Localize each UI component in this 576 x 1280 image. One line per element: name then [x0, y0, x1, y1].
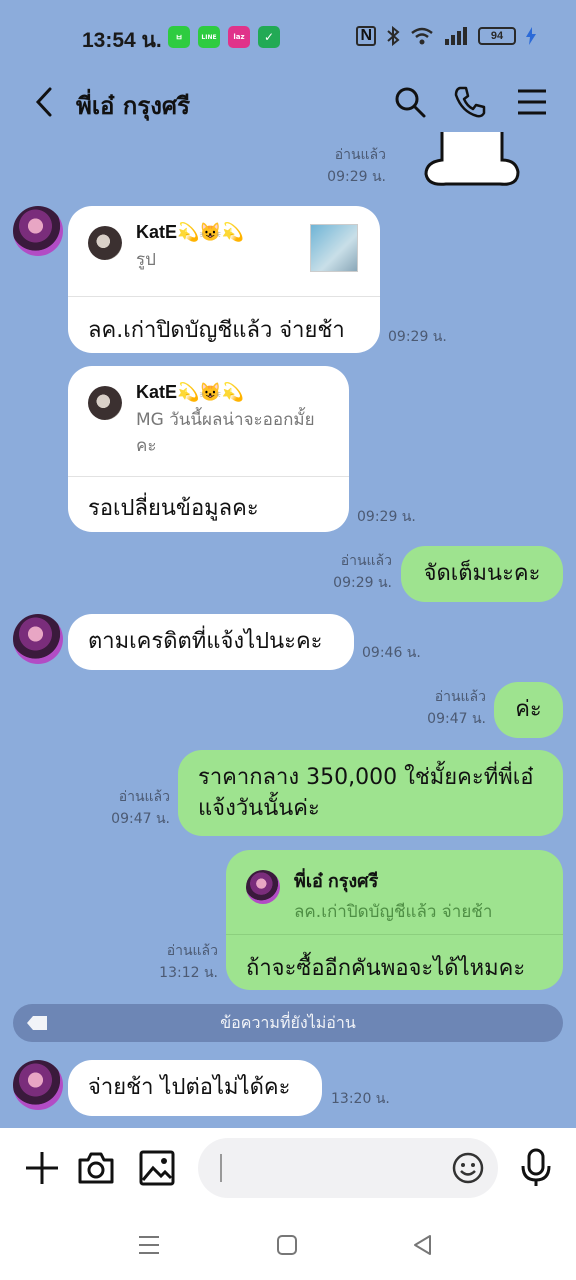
unread-messages-divider: ข้อความที่ยังไม่อ่าน: [13, 1004, 563, 1042]
unread-label: ข้อความที่ยังไม่อ่าน: [220, 1013, 356, 1032]
read-status: อ่านแล้ว 09:47 น.: [98, 786, 170, 830]
tag-icon: [27, 1016, 47, 1030]
read-status-top: อ่านแล้ว 09:29 น.: [316, 144, 386, 188]
reply-sender-name: KatE💫😺💫: [136, 382, 245, 402]
camera-icon[interactable]: [76, 1148, 116, 1188]
reply-preview[interactable]: KatE💫😺💫 MG วันนี้ผลน่าจะออกมั้ยคะ: [68, 366, 349, 459]
signal-icon: [445, 27, 467, 45]
battery-level: 94: [490, 30, 504, 42]
message-bubble-reply[interactable]: KatE💫😺💫 MG วันนี้ผลน่าจะออกมั้ยคะ รอเปลี…: [68, 366, 349, 532]
plus-icon[interactable]: [22, 1148, 62, 1188]
status-bar: 13:54 น. ㅂ LINE laz ✓ N 94: [0, 0, 576, 72]
message-bubble-reply[interactable]: KatE💫😺💫 รูป ลค.เก่าปิดบัญชีแล้ว จ่ายช้า: [68, 206, 380, 353]
reply-avatar: [88, 386, 122, 420]
line-app-icon: ㅂ: [168, 26, 190, 48]
line-chat-icon: LINE: [198, 26, 220, 48]
read-label: อ่านแล้ว: [340, 553, 392, 569]
message-text-line: แจ้งวันนั้นค่ะ: [198, 796, 320, 821]
message-time: 09:47 น.: [427, 711, 486, 727]
chat-title: พี่เอ๋ กรุงศรี: [76, 92, 191, 120]
divider: [68, 476, 349, 477]
message-bubble-outgoing[interactable]: จัดเต็มนะคะ: [401, 546, 563, 602]
system-indicators: N 94: [356, 26, 536, 46]
wifi-icon: [411, 27, 433, 45]
search-icon[interactable]: [392, 84, 428, 120]
message-bubble-outgoing[interactable]: ราคากลาง 350,000 ใช่มั้ยคะที่พี่เอ๋ แจ้ง…: [178, 750, 563, 836]
shield-app-icon: ✓: [258, 26, 280, 48]
lazada-icon: laz: [228, 26, 250, 48]
message-time: 09:46 น.: [362, 645, 421, 661]
recent-apps-icon[interactable]: [136, 1232, 162, 1258]
message-input-bar: [0, 1128, 576, 1210]
message-input[interactable]: [198, 1138, 498, 1198]
message-time: 09:29 น.: [357, 509, 416, 525]
message-time: 13:12 น.: [159, 965, 218, 981]
message-time: 09:47 น.: [111, 811, 170, 827]
read-label: อ่านแล้ว: [434, 689, 486, 705]
system-navigation-bar: [0, 1210, 576, 1280]
reply-sender-name: KatE💫😺💫: [136, 222, 245, 242]
reply-sender-name: พี่เอ๋ กรุงศรี: [294, 871, 379, 891]
divider: [226, 934, 563, 935]
menu-icon[interactable]: [514, 84, 550, 120]
nfc-icon: N: [356, 26, 376, 46]
reply-preview-text: MG วันนี้ผลน่าจะออกมั้ยคะ: [136, 410, 315, 456]
message-bubble-outgoing[interactable]: ค่ะ: [494, 682, 563, 738]
charging-icon: [526, 27, 536, 45]
chat-header: พี่เอ๋ กรุงศรี: [0, 72, 576, 132]
bluetooth-icon: [387, 26, 400, 46]
read-status: อ่านแล้ว 13:12 น.: [146, 940, 218, 984]
read-label: อ่านแล้ว: [334, 147, 386, 163]
read-status: อ่านแล้ว 09:47 น.: [414, 686, 486, 730]
read-status: อ่านแล้ว 09:29 น.: [320, 550, 392, 594]
phone-call-icon[interactable]: [452, 84, 488, 120]
message-text: ลค.เก่าปิดบัญชีแล้ว จ่ายช้า: [88, 318, 345, 343]
message-text-line: ราคากลาง 350,000 ใช่มั้ยคะที่พี่เอ๋: [198, 765, 534, 790]
microphone-icon[interactable]: [516, 1148, 556, 1188]
message-bubble-reply-outgoing[interactable]: พี่เอ๋ กรุงศรี ลค.เก่าปิดบัญชีแล้ว จ่ายช…: [226, 850, 563, 990]
reply-preview-text: รูป: [136, 250, 156, 270]
contact-avatar[interactable]: [13, 206, 63, 256]
read-label: อ่านแล้ว: [166, 943, 218, 959]
reply-avatar: [88, 226, 122, 260]
reply-avatar: [246, 870, 280, 904]
message-time: 09:29 น.: [333, 575, 392, 591]
sticker-image[interactable]: [420, 132, 524, 192]
message-time: 13:20 น.: [331, 1091, 390, 1107]
reply-preview[interactable]: KatE💫😺💫 รูป: [68, 206, 380, 273]
contact-avatar[interactable]: [13, 614, 63, 664]
back-nav-icon[interactable]: [410, 1232, 436, 1258]
message-time: 09:29 น.: [327, 169, 386, 185]
image-gallery-icon[interactable]: [137, 1148, 177, 1188]
text-cursor: [220, 1154, 222, 1182]
divider: [68, 296, 380, 297]
reply-preview[interactable]: พี่เอ๋ กรุงศรี ลค.เก่าปิดบัญชีแล้ว จ่ายช…: [226, 850, 563, 925]
battery-icon: 94: [478, 27, 516, 45]
reply-preview-text: ลค.เก่าปิดบัญชีแล้ว จ่ายช้า: [294, 902, 493, 922]
home-icon[interactable]: [274, 1232, 300, 1258]
message-bubble-incoming[interactable]: ตามเครดิตที่แจ้งไปนะคะ: [68, 614, 354, 670]
message-time: 09:29 น.: [388, 329, 447, 345]
status-time: 13:54 น.: [82, 29, 162, 52]
reply-thumbnail: [310, 224, 358, 272]
contact-avatar[interactable]: [13, 1060, 63, 1110]
message-bubble-incoming[interactable]: จ่ายช้า ไปต่อไม่ได้คะ: [68, 1060, 322, 1116]
read-label: อ่านแล้ว: [118, 789, 170, 805]
message-text: รอเปลี่ยนข้อมูลคะ: [88, 496, 259, 521]
notification-icons: ㅂ LINE laz ✓: [168, 26, 280, 48]
back-arrow-icon[interactable]: [28, 84, 64, 120]
emoji-icon[interactable]: [452, 1152, 484, 1184]
message-text: ถ้าจะซื้ออีกคันพอจะได้ไหมคะ: [246, 956, 526, 981]
